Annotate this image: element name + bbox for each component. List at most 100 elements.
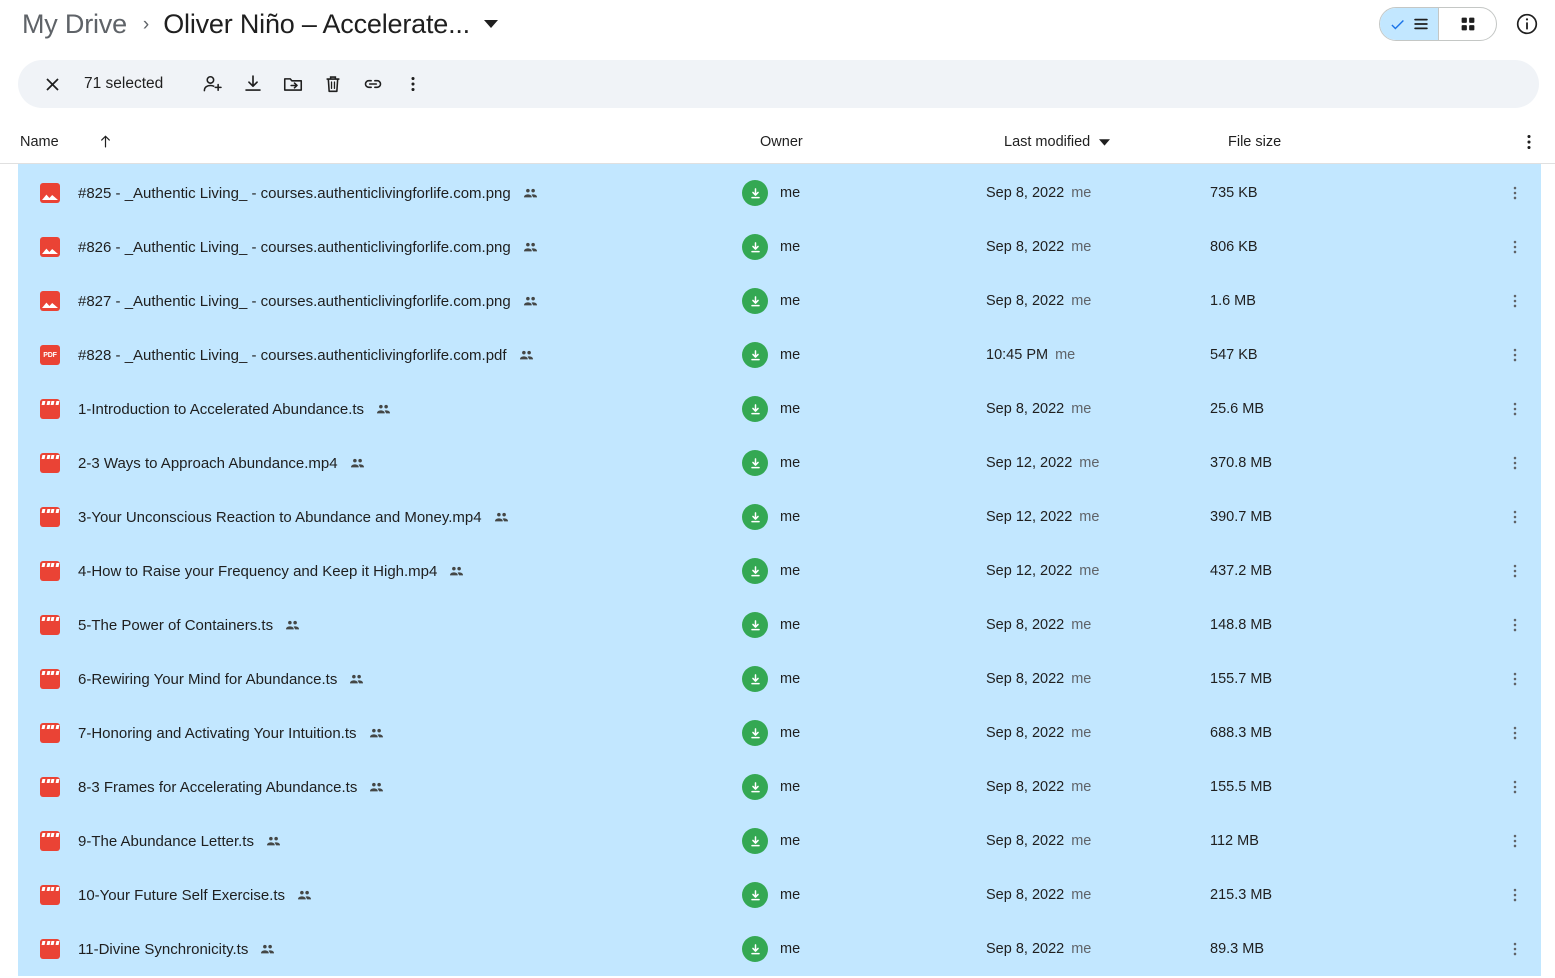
last-modified-date: Sep 8, 2022 (986, 779, 1065, 795)
file-name-cell[interactable]: 2-3 Ways to Approach Abundance.mp4 (18, 453, 742, 473)
table-row[interactable]: #826 - _Authentic Living_ - courses.auth… (18, 220, 1541, 274)
breadcrumb-current-folder[interactable]: Oliver Niño – Accelerate... (163, 10, 470, 38)
column-header-file-size[interactable]: File size (1228, 134, 1468, 150)
table-row[interactable]: 10-Your Future Self Exercise.ts me Sep 8, … (18, 868, 1541, 922)
last-modified-by: me (1071, 293, 1092, 309)
sort-descending-icon[interactable] (1099, 138, 1111, 146)
avatar (742, 234, 768, 260)
more-actions-button[interactable] (393, 64, 433, 104)
table-row[interactable]: 8-3 Frames for Accelerating Abundance.ts… (18, 760, 1541, 814)
row-more-actions-button[interactable] (1489, 238, 1541, 256)
shared-indicator (348, 671, 365, 688)
row-more-actions-button[interactable] (1489, 562, 1541, 580)
shared-people-icon (350, 458, 364, 467)
table-row[interactable]: 6-Rewiring Your Mind for Abundance.ts me S… (18, 652, 1541, 706)
table-row[interactable]: 11-Divine Synchronicity.ts me Sep 8, 2022 m… (18, 922, 1541, 976)
shared-indicator (349, 455, 366, 472)
last-modified-by: me (1071, 833, 1092, 849)
view-controls (1379, 7, 1541, 41)
file-name-label: 3-Your Unconscious Reaction to Abundance… (78, 508, 482, 526)
row-more-actions-button[interactable] (1489, 616, 1541, 634)
row-more-actions-button[interactable] (1489, 454, 1541, 472)
list-view-button[interactable] (1380, 8, 1438, 40)
file-size-cell: 215.3 MB (1210, 887, 1273, 903)
table-row[interactable]: 4-How to Raise your Frequency and Keep i… (18, 544, 1541, 598)
grid-view-button[interactable] (1438, 8, 1496, 40)
avatar (742, 828, 768, 854)
table-row[interactable]: #827 - _Authentic Living_ - courses.auth… (18, 274, 1541, 328)
row-more-actions-button[interactable] (1489, 508, 1541, 526)
chevron-down-icon[interactable] (483, 20, 498, 28)
shared-indicator (368, 725, 385, 742)
table-row[interactable]: 2-3 Ways to Approach Abundance.mp4 me Sep … (18, 436, 1541, 490)
details-info-button[interactable] (1513, 10, 1541, 38)
file-name-cell[interactable]: 11-Divine Synchronicity.ts (18, 939, 742, 959)
download-arrow-icon (750, 565, 760, 576)
file-name-cell[interactable]: 7-Honoring and Activating Your Intuition… (18, 723, 742, 743)
row-more-actions-button[interactable] (1489, 292, 1541, 310)
breadcrumb-root[interactable]: My Drive (22, 10, 127, 38)
table-row[interactable]: 5-The Power of Containers.ts me Sep 8, 202… (18, 598, 1541, 652)
table-row[interactable]: 1-Introduction to Accelerated Abundance.… (18, 382, 1541, 436)
file-name-cell[interactable]: #827 - _Authentic Living_ - courses.auth… (18, 291, 742, 311)
last-modified-by: me (1071, 401, 1092, 417)
download-button[interactable] (233, 64, 273, 104)
download-arrow-icon (750, 781, 760, 792)
table-row[interactable]: #828 - _Authentic Living_ - courses.auth… (18, 328, 1541, 382)
table-row[interactable]: #825 - _Authentic Living_ - courses.auth… (18, 166, 1541, 220)
row-more-actions-button[interactable] (1489, 724, 1541, 742)
file-name-cell[interactable]: #826 - _Authentic Living_ - courses.auth… (18, 237, 742, 257)
info-icon (1516, 13, 1538, 35)
file-name-cell[interactable]: 9-The Abundance Letter.ts (18, 831, 742, 851)
avatar (742, 288, 768, 314)
remove-button[interactable] (313, 64, 353, 104)
file-name-cell[interactable]: 4-How to Raise your Frequency and Keep i… (18, 561, 742, 581)
file-size-cell: 806 KB (1210, 239, 1258, 255)
last-modified-cell: Sep 8, 2022 me (986, 833, 1210, 849)
shared-people-icon (286, 620, 300, 629)
clear-selection-button[interactable] (32, 64, 72, 104)
row-more-actions-button[interactable] (1489, 346, 1541, 364)
row-more-actions-button[interactable] (1489, 670, 1541, 688)
file-name-cell[interactable]: 1-Introduction to Accelerated Abundance.… (18, 399, 742, 419)
video-file-icon (40, 831, 60, 851)
column-options-button[interactable] (1503, 132, 1555, 152)
file-name-cell[interactable]: #825 - _Authentic Living_ - courses.auth… (18, 183, 742, 203)
row-more-actions-button[interactable] (1489, 778, 1541, 796)
person-add-icon (203, 75, 223, 92)
get-link-button[interactable] (353, 64, 393, 104)
file-name-cell[interactable]: 3-Your Unconscious Reaction to Abundance… (18, 507, 742, 527)
table-row[interactable]: 7-Honoring and Activating Your Intuition… (18, 706, 1541, 760)
table-row[interactable]: 9-The Abundance Letter.ts me Sep 8, 2022 me… (18, 814, 1541, 868)
shared-indicator (296, 887, 313, 904)
download-arrow-icon (750, 943, 760, 954)
download-arrow-icon (750, 403, 760, 414)
last-modified-by: me (1071, 887, 1092, 903)
shared-people-icon (377, 404, 391, 413)
row-more-actions-button[interactable] (1489, 832, 1541, 850)
file-size-cell: 688.3 MB (1210, 725, 1273, 741)
shared-indicator (284, 617, 301, 634)
row-more-actions-button[interactable] (1489, 400, 1541, 418)
share-button[interactable] (193, 64, 233, 104)
shared-people-icon (298, 890, 312, 899)
table-row[interactable]: 3-Your Unconscious Reaction to Abundance… (18, 490, 1541, 544)
shared-people-icon (266, 836, 280, 845)
column-header-name[interactable]: Name (18, 133, 760, 150)
row-more-actions-button[interactable] (1489, 184, 1541, 202)
file-name-cell[interactable]: 8-3 Frames for Accelerating Abundance.ts (18, 777, 742, 797)
file-name-cell[interactable]: 10-Your Future Self Exercise.ts (18, 885, 742, 905)
file-name-cell[interactable]: #828 - _Authentic Living_ - courses.auth… (18, 345, 742, 365)
row-more-actions-button[interactable] (1489, 886, 1541, 904)
last-modified-date: 10:45 PM (986, 347, 1049, 363)
sort-ascending-icon[interactable] (97, 133, 114, 150)
column-header-owner[interactable]: Owner (760, 134, 1004, 150)
column-header-last-modified-label: Last modified (1004, 133, 1091, 150)
file-name-cell[interactable]: 6-Rewiring Your Mind for Abundance.ts (18, 669, 742, 689)
shared-people-icon (519, 350, 533, 359)
column-header-last-modified[interactable]: Last modified (1004, 134, 1228, 150)
file-name-cell[interactable]: 5-The Power of Containers.ts (18, 615, 742, 635)
more-vert-icon (1513, 888, 1517, 902)
move-to-folder-button[interactable] (273, 64, 313, 104)
row-more-actions-button[interactable] (1489, 940, 1541, 958)
